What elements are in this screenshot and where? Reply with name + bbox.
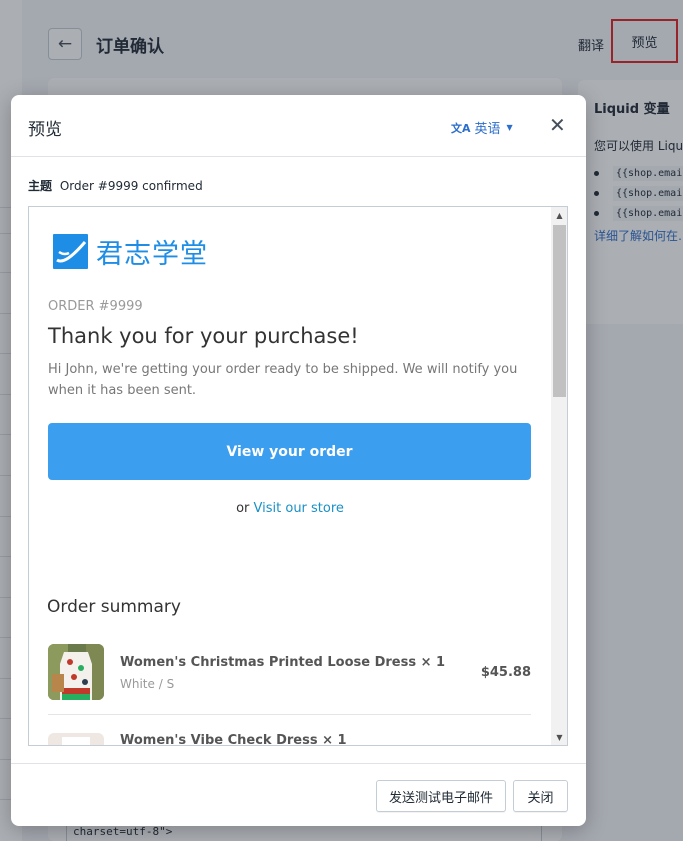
modal-header: 预览 文A 英语 ▼ ✕: [11, 95, 586, 157]
close-button[interactable]: 关闭: [513, 780, 568, 812]
list-item: Women's Christmas Printed Loose Dress × …: [48, 644, 531, 715]
subject-row: 主题 Order #9999 confirmed: [28, 177, 203, 194]
modal-footer: 发送测试电子邮件 关闭: [11, 763, 586, 826]
translate-icon: 文A: [451, 121, 471, 135]
modal-title: 预览: [28, 120, 62, 140]
language-label: 英语: [474, 122, 501, 137]
visit-store-link[interactable]: Visit our store: [254, 501, 344, 516]
scroll-up-icon[interactable]: ▲: [551, 207, 567, 223]
product-thumbnail: [48, 733, 104, 745]
item-price: $45.88: [480, 665, 531, 680]
subject-value: Order #9999 confirmed: [59, 179, 203, 193]
order-number: ORDER #9999: [48, 299, 143, 314]
visit-store-row: or Visit our store: [236, 501, 344, 516]
scroll-thumb[interactable]: [553, 225, 566, 397]
brand-logo: 君志学堂: [53, 232, 208, 271]
preview-modal: 预览 文A 英语 ▼ ✕ 主题 Order #9999 confirmed 君志…: [11, 95, 586, 826]
scroll-down-icon[interactable]: ▼: [551, 729, 567, 745]
brand-name: 君志学堂: [96, 239, 208, 270]
email-heading: Thank you for your purchase!: [48, 324, 359, 348]
email-preview-frame[interactable]: 君志学堂 ORDER #9999 Thank you for your purc…: [28, 206, 568, 746]
item-variant: White / S: [120, 677, 175, 691]
list-item: Women's Vibe Check Dress × 1: [48, 733, 531, 746]
brand-logo-mark-icon: [53, 234, 88, 269]
email-intro: Hi John, we're getting your order ready …: [48, 362, 518, 398]
subject-label: 主题: [28, 179, 53, 193]
product-thumbnail: [48, 644, 104, 700]
order-summary-title: Order summary: [47, 597, 181, 617]
item-name: Women's Vibe Check Dress × 1: [120, 733, 347, 746]
send-test-email-button[interactable]: 发送测试电子邮件: [376, 780, 506, 812]
language-select[interactable]: 文A 英语 ▼: [451, 118, 513, 138]
preview-scrollbar[interactable]: ▲ ▼: [551, 207, 567, 745]
caret-down-icon: ▼: [506, 123, 513, 132]
view-order-button[interactable]: View your order: [48, 423, 531, 480]
close-icon[interactable]: ✕: [549, 113, 566, 137]
item-name: Women's Christmas Printed Loose Dress × …: [120, 655, 446, 670]
